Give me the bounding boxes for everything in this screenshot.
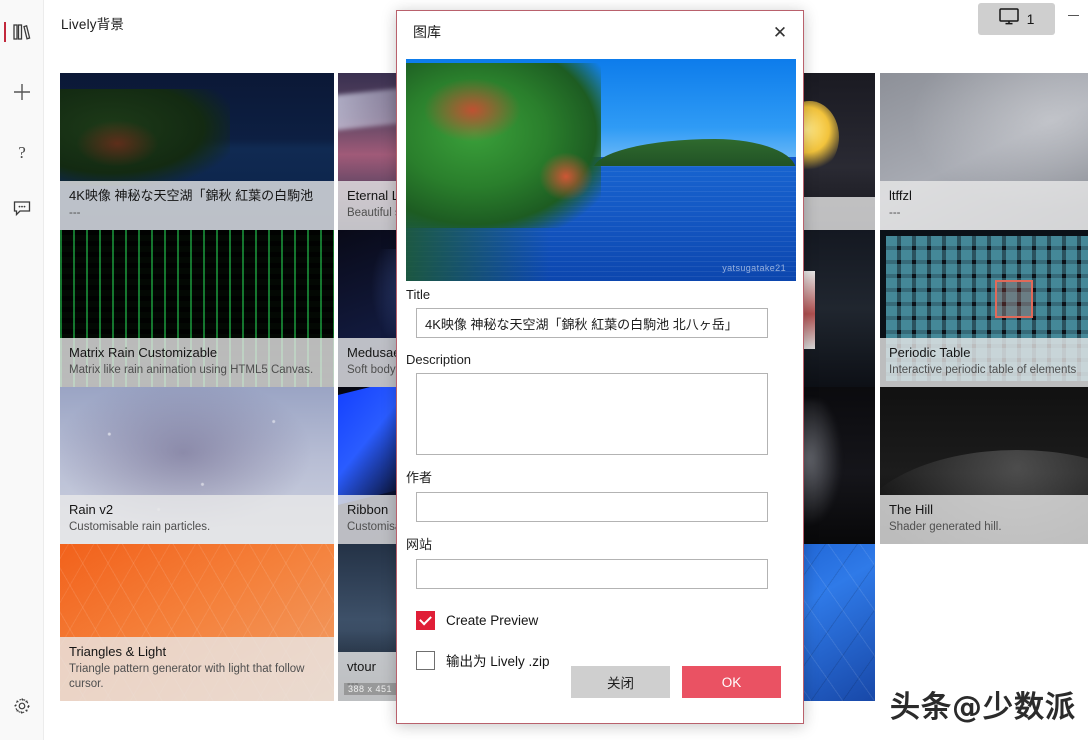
minimize-button[interactable] <box>1058 0 1088 30</box>
sidebar-item-feedback[interactable] <box>0 188 44 228</box>
tile-meta: The Hill Shader generated hill. <box>880 495 1088 544</box>
create-preview-checkbox-row[interactable]: Create Preview <box>416 611 805 630</box>
monitor-selector-button[interactable]: 1 <box>978 3 1055 35</box>
monitor-icon <box>999 8 1020 30</box>
website-label: 网站 <box>406 534 805 553</box>
tile-title: The Hill <box>889 502 1088 518</box>
gear-icon <box>13 697 31 715</box>
tile-description: Shader generated hill. <box>889 520 1088 535</box>
description-label: Description <box>406 352 805 367</box>
spacer <box>397 455 805 467</box>
dialog-title: 图库 <box>413 22 441 42</box>
page-title: Lively背景 <box>61 13 124 33</box>
plus-icon <box>12 82 32 102</box>
minimize-icon <box>1068 15 1079 16</box>
title-input[interactable] <box>416 308 768 338</box>
tile-description: Triangle pattern generator with light th… <box>69 662 325 692</box>
author-input[interactable] <box>416 492 768 522</box>
preview-foliage-b <box>539 152 594 201</box>
table-row[interactable]: The Hill Shader generated hill. <box>880 387 1088 544</box>
description-input[interactable] <box>416 373 768 455</box>
title-label: Title <box>406 287 805 302</box>
tile-title: Matrix Rain Customizable <box>69 345 325 361</box>
preview-artwork <box>406 59 796 281</box>
gallery-dialog: 图库 ✕ yatsugatake21 Title Description 作者 <box>396 10 804 724</box>
create-preview-label: Create Preview <box>446 613 538 628</box>
table-row[interactable]: ltffzl --- <box>880 73 1088 230</box>
tile-meta: Triangles & Light Triangle pattern gener… <box>60 637 334 701</box>
website-input[interactable] <box>416 559 768 589</box>
svg-text:?: ? <box>18 143 26 162</box>
tile-description: Interactive periodic table of elements <box>889 363 1088 378</box>
preview-image: yatsugatake21 <box>406 59 796 281</box>
spacer <box>397 589 805 611</box>
export-zip-checkbox[interactable] <box>416 651 435 670</box>
spacer <box>397 630 805 650</box>
tile-meta: ltffzl --- <box>880 181 1088 230</box>
table-row[interactable]: Periodic Table Interactive periodic tabl… <box>880 230 1088 387</box>
tile-title: Rain v2 <box>69 502 325 518</box>
sidebar-item-library[interactable] <box>0 12 44 52</box>
table-row[interactable]: 4K映像 神秘な天空湖「錦秋 紅葉の白駒池 --- <box>60 73 334 230</box>
export-zip-label: 输出为 Lively .zip <box>446 650 550 670</box>
preview-credit: yatsugatake21 <box>722 263 786 273</box>
sidebar: ? <box>0 0 44 740</box>
chat-bubble-icon <box>12 199 32 217</box>
dialog-buttons: 关闭 OK <box>571 666 781 698</box>
cancel-button[interactable]: 关闭 <box>571 666 670 698</box>
dialog-body: Title Description 作者 网站 Create Preview 输… <box>397 287 805 670</box>
tile-meta: 4K映像 神秘な天空湖「錦秋 紅葉の白駒池 --- <box>60 181 334 230</box>
spacer <box>397 338 805 352</box>
preview-foliage-a <box>422 77 523 144</box>
library-icon <box>12 23 32 41</box>
table-row[interactable]: Rain v2 Customisable rain particles. <box>60 387 334 544</box>
tile-title: 4K映像 神秘な天空湖「錦秋 紅葉の白駒池 <box>69 188 325 204</box>
tile-description: Matrix like rain animation using HTML5 C… <box>69 363 325 378</box>
tile-description: Customisable rain particles. <box>69 520 325 535</box>
app-window: ? <box>0 0 1088 740</box>
tile-title: ltffzl <box>889 188 1088 204</box>
close-icon[interactable]: ✕ <box>763 17 797 47</box>
tile-meta: Rain v2 Customisable rain particles. <box>60 495 334 544</box>
tile-title: Triangles & Light <box>69 644 325 660</box>
tile-description: --- <box>69 206 325 221</box>
tile-description: --- <box>889 206 1088 221</box>
sidebar-item-settings[interactable] <box>0 686 44 726</box>
dialog-header: 图库 ✕ <box>397 11 803 51</box>
create-preview-checkbox[interactable] <box>416 611 435 630</box>
tile-meta: Matrix Rain Customizable Matrix like rai… <box>60 338 334 387</box>
monitor-number: 1 <box>1027 11 1035 27</box>
ok-button[interactable]: OK <box>682 666 781 698</box>
tile-meta: Periodic Table Interactive periodic tabl… <box>880 338 1088 387</box>
spacer <box>397 522 805 534</box>
question-mark-icon: ? <box>12 142 32 162</box>
tile-title: Periodic Table <box>889 345 1088 361</box>
watermark: 头条@少数派 <box>890 682 1076 726</box>
sidebar-item-add[interactable] <box>0 72 44 112</box>
table-row[interactable]: Matrix Rain Customizable Matrix like rai… <box>60 230 334 387</box>
author-label: 作者 <box>406 467 805 486</box>
tile-size-badge: 388 x 451 <box>344 683 396 695</box>
sidebar-item-help[interactable]: ? <box>0 132 44 172</box>
table-row[interactable]: Triangles & Light Triangle pattern gener… <box>60 544 334 701</box>
